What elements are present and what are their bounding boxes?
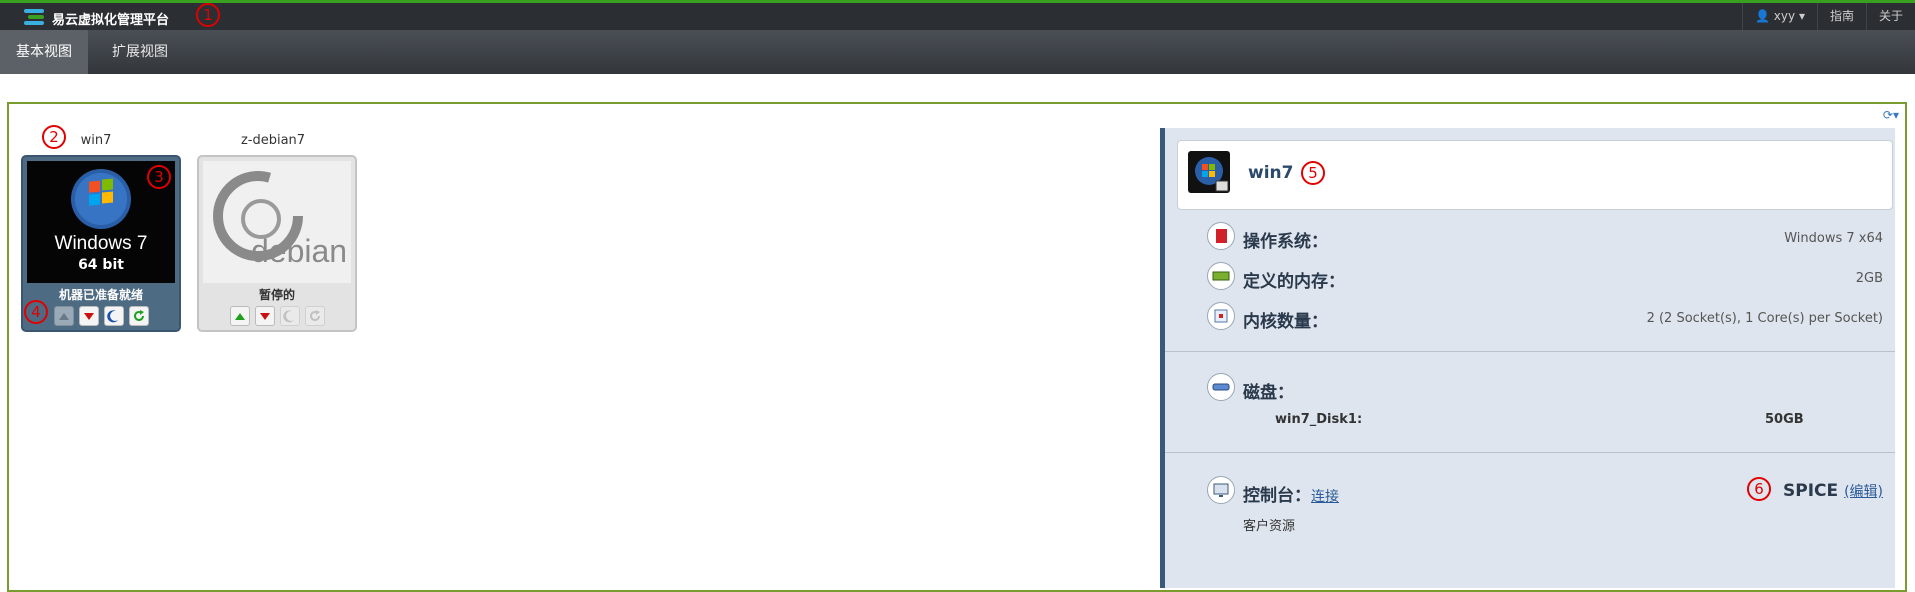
run-button[interactable] [53,306,74,326]
vm-actions-z-debian7 [199,306,355,326]
os-icon [1207,222,1235,250]
memory-label: 定义的内存： [1243,272,1345,292]
triangle-down-icon [259,313,270,320]
ram-chip-icon [1212,271,1230,281]
separator [1165,452,1895,453]
moon-icon [282,310,294,323]
triangle-down-icon [83,313,94,320]
detail-header: win7 5 [1177,140,1893,210]
cpu-chip-icon [1214,309,1228,323]
disk-icon [1207,373,1235,401]
moon-icon [106,310,118,323]
user-menu[interactable]: 👤 xyy ▾ [1742,3,1817,30]
memory-icon [1207,262,1235,290]
refresh-icon [133,310,144,321]
shutdown-button[interactable] [254,306,275,326]
refresh-icon[interactable]: ⟳▾ [1883,108,1899,122]
disk-label: 磁盘： [1243,383,1294,403]
disk-name: win7_Disk1: [1275,412,1363,427]
triangle-up-icon [234,313,245,320]
marker-1: 1 [196,3,220,27]
chevron-down-icon: ▾ [1798,9,1805,23]
top-right-menu: 👤 xyy ▾ 指南 关于 [1742,3,1915,30]
os-value: Windows 7 x64 [1784,231,1883,246]
shutdown-button[interactable] [78,306,99,326]
marker-4: 4 [24,300,48,324]
monitor-icon [1213,483,1229,497]
vm-thumbnail-z-debian7: debian [203,161,351,283]
vm-name-z-debian7[interactable]: z-debian7 [193,133,353,148]
reboot-button[interactable] [304,306,325,326]
about-link[interactable]: 关于 [1865,3,1915,30]
user-name: xyy [1773,9,1796,23]
disk-size: 50GB [1765,412,1804,427]
guide-link[interactable]: 指南 [1816,3,1866,30]
vm-os-icon [1188,151,1230,193]
nav-bar: 基本视图 扩展视图 [0,30,1915,74]
thumb-debian-text: debian [251,233,348,269]
console-icon [1207,476,1235,504]
hard-drive-icon [1212,383,1230,391]
top-bar: 易云虚拟化管理平台 1 👤 xyy ▾ 指南 关于 [0,0,1915,30]
vm-status-z-debian7: 暂停的 [258,288,295,302]
guest-resources-label: 客户资源 [1243,519,1296,534]
suspend-button[interactable] [103,306,124,326]
run-button[interactable] [229,306,250,326]
reboot-button[interactable] [128,306,149,326]
cores-value: 2 (2 Socket(s), 1 Core(s) per Socket) [1646,311,1883,326]
windows-logo-icon [1195,157,1229,192]
thumb-os-arch: 64 bit [78,257,124,273]
console-label-text: 控制台： [1243,486,1311,506]
console-protocol: SPICE [1783,481,1839,501]
thumb-os-name: Windows 7 [54,233,148,254]
console-type: SPICE (编辑) [1783,481,1883,501]
memory-value: 2GB [1855,271,1883,286]
detail-vm-name: win7 [1248,163,1294,183]
cpu-icon [1207,302,1235,330]
marker-6: 6 [1747,477,1771,501]
triangle-up-icon [58,313,69,320]
vm-card-z-debian7[interactable]: debian 暂停的 [197,155,357,332]
user-icon: 👤 [1755,9,1770,23]
marker-3: 3 [147,165,171,189]
vm-name-win7[interactable]: win7 [16,133,176,148]
tab-extended-view[interactable]: 扩展视图 [96,30,184,74]
separator [1165,351,1895,352]
marker-5: 5 [1301,161,1325,185]
app-logo-icon [24,9,44,27]
console-connect-link[interactable]: 连接 [1311,489,1339,505]
refresh-icon [309,310,320,321]
vm-detail-panel: win7 5 操作系统： Windows 7 x64 定义的内存： 2GB 内核… [1160,128,1895,588]
os-label: 操作系统： [1243,232,1328,252]
console-label: 控制台：连接 [1243,481,1339,506]
suspend-button[interactable] [279,306,300,326]
tab-basic-view[interactable]: 基本视图 [0,30,88,74]
cores-label: 内核数量： [1243,312,1328,332]
vm-status-win7: 机器已准备就绪 [58,288,143,302]
book-icon [1216,229,1227,243]
console-edit-link[interactable]: (编辑) [1844,484,1883,500]
app-title: 易云虚拟化管理平台 [52,13,170,28]
